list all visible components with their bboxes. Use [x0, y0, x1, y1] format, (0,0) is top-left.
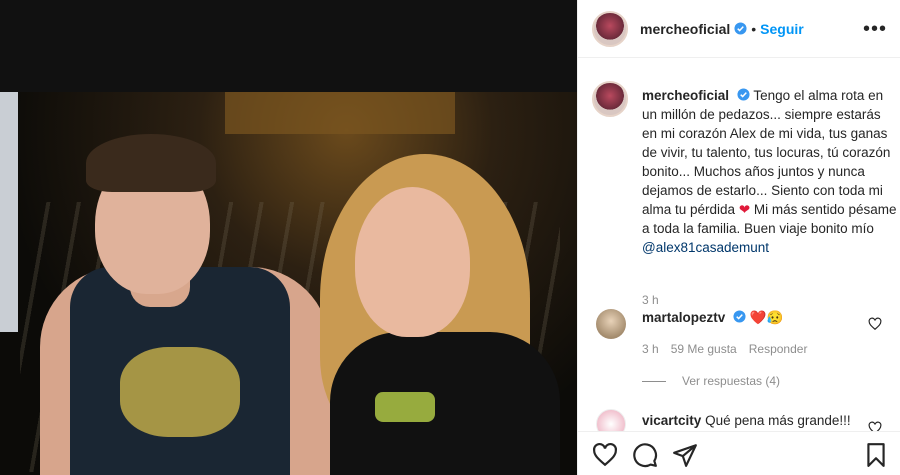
comment-like-count[interactable]: 59 Me gusta [671, 342, 737, 356]
comment-body: Qué pena más grande!!! [705, 413, 851, 428]
verified-badge-icon [734, 22, 747, 35]
comment-text: vicartcity Qué pena más grande!!! [642, 413, 851, 428]
caption-mention-link[interactable]: @alex81casademunt [642, 240, 769, 255]
comment-item: martalopeztv ❤️😥 3 h 59 Me gusta Respond… [592, 309, 892, 379]
post-sidebar: mercheoficial • Seguir ••• mercheoficial… [577, 0, 900, 475]
comment-like-heart-icon[interactable] [868, 317, 882, 331]
post-header: mercheoficial • Seguir ••• [578, 0, 900, 58]
header-separator: • [751, 20, 757, 37]
comment-timestamp: 3 h [642, 342, 659, 356]
commenter-verified-badge-icon [733, 310, 746, 323]
view-replies-button[interactable]: Ver respuestas (4) [642, 374, 780, 388]
comment-text: martalopeztv ❤️😥 [642, 310, 783, 326]
commenter-avatar[interactable] [596, 309, 626, 339]
caption-timestamp: 3 h [642, 293, 659, 307]
caption-author-avatar[interactable] [592, 81, 628, 117]
photo-background-wall [0, 92, 18, 332]
photo-person-left-hair [86, 134, 216, 192]
media-letterbox [0, 0, 577, 92]
photo-background-window [225, 92, 455, 134]
post-media[interactable] [0, 0, 577, 475]
photo-person-right-face [355, 187, 470, 337]
caption-body: Tengo el alma rota en un millón de pedaz… [642, 88, 891, 217]
comment-icon[interactable] [632, 442, 658, 468]
comment-item: vicartcity Qué pena más grande!!! [592, 409, 892, 431]
post-actions-bar [578, 431, 900, 475]
heart-outline-icon[interactable] [592, 442, 618, 468]
caption-heart-emoji: ❤ [738, 202, 751, 217]
commenter-username[interactable]: martalopeztv [642, 310, 725, 325]
author-username[interactable]: mercheoficial [640, 21, 730, 37]
comment-reply-button[interactable]: Responder [749, 342, 808, 356]
follow-button[interactable]: Seguir [760, 21, 804, 37]
comment-like-heart-icon[interactable] [868, 421, 882, 431]
caption-text: mercheoficial Tengo el alma rota en un m… [642, 86, 897, 257]
more-options-icon[interactable]: ••• [863, 18, 887, 41]
caption-username[interactable]: mercheoficial [642, 88, 729, 103]
commenter-username[interactable]: vicartcity [642, 413, 701, 428]
caption-verified-badge-icon [737, 88, 750, 101]
bookmark-icon[interactable] [863, 442, 889, 468]
paper-plane-icon[interactable] [672, 442, 698, 468]
author-avatar[interactable] [592, 10, 628, 47]
comments-section: mercheoficial Tengo el alma rota en un m… [578, 59, 900, 431]
comment-meta: 3 h 59 Me gusta Responder [642, 342, 807, 356]
photo-person-right-shirt-print [375, 392, 435, 422]
replies-divider [642, 380, 666, 382]
photo-person-right-shirt [330, 332, 560, 475]
view-replies-label: Ver respuestas (4) [682, 374, 781, 388]
post-photo[interactable] [0, 92, 577, 475]
commenter-avatar[interactable] [596, 409, 626, 431]
comment-emoji: ❤️😥 [749, 310, 784, 325]
photo-person-left-shirt-print [120, 347, 240, 437]
